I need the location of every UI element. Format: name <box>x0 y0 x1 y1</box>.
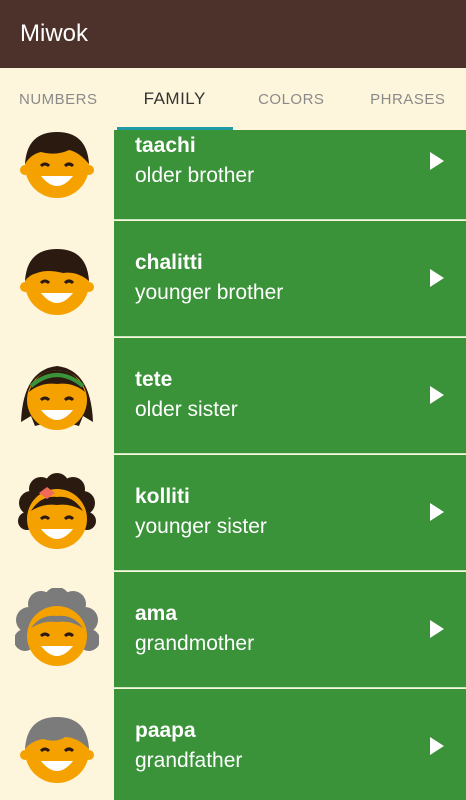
younger-sister-icon <box>18 473 96 549</box>
list-item[interactable]: paapa grandfather <box>0 689 466 800</box>
avatar <box>0 689 114 800</box>
app-title: Miwok <box>20 20 89 47</box>
tab-colors[interactable]: COLORS <box>233 68 350 130</box>
miwok-word: ama <box>135 602 178 625</box>
word-card[interactable]: ama grandmother <box>114 572 466 688</box>
word-card[interactable]: paapa grandfather <box>114 689 466 800</box>
english-translation: older sister <box>135 398 238 421</box>
avatar <box>0 221 114 337</box>
family-list[interactable]: taachi older brother chalitti younger br… <box>0 130 466 800</box>
english-translation: older brother <box>135 164 255 187</box>
miwok-word: tete <box>135 368 173 391</box>
grandmother-icon <box>15 588 99 666</box>
miwok-word: paapa <box>135 719 196 742</box>
play-icon[interactable] <box>430 386 444 404</box>
younger-brother-icon <box>20 249 94 315</box>
miwok-word: taachi <box>135 134 196 157</box>
play-icon[interactable] <box>430 152 444 170</box>
english-translation: younger sister <box>135 515 267 538</box>
tab-bar: NUMBERS FAMILY COLORS PHRASES <box>0 68 466 130</box>
word-card[interactable]: tete older sister <box>114 338 466 454</box>
list-item[interactable]: chalitti younger brother <box>0 221 466 337</box>
list-item[interactable]: kolliti younger sister <box>0 455 466 571</box>
avatar <box>0 455 114 571</box>
english-translation: grandmother <box>135 632 255 655</box>
tab-family[interactable]: FAMILY <box>116 68 234 130</box>
app-bar: Miwok <box>0 0 466 68</box>
older-brother-icon <box>20 132 94 198</box>
play-icon[interactable] <box>430 503 444 521</box>
list-item[interactable]: tete older sister <box>0 338 466 454</box>
list-item[interactable]: taachi older brother <box>0 130 466 220</box>
word-card[interactable]: chalitti younger brother <box>114 221 466 337</box>
play-icon[interactable] <box>430 620 444 638</box>
list-item[interactable]: ama grandmother <box>0 572 466 688</box>
english-translation: grandfather <box>135 749 243 772</box>
avatar <box>0 572 114 688</box>
word-card[interactable]: taachi older brother <box>114 130 466 220</box>
miwok-word: chalitti <box>135 251 203 274</box>
grandfather-icon <box>20 717 94 783</box>
english-translation: younger brother <box>135 281 284 304</box>
older-sister-icon <box>21 366 93 430</box>
tab-numbers[interactable]: NUMBERS <box>0 68 117 130</box>
avatar <box>0 130 114 220</box>
play-icon[interactable] <box>430 737 444 755</box>
miwok-word: kolliti <box>135 485 190 508</box>
avatar <box>0 338 114 454</box>
word-card[interactable]: kolliti younger sister <box>114 455 466 571</box>
play-icon[interactable] <box>430 269 444 287</box>
tab-phrases[interactable]: PHRASES <box>350 68 466 130</box>
